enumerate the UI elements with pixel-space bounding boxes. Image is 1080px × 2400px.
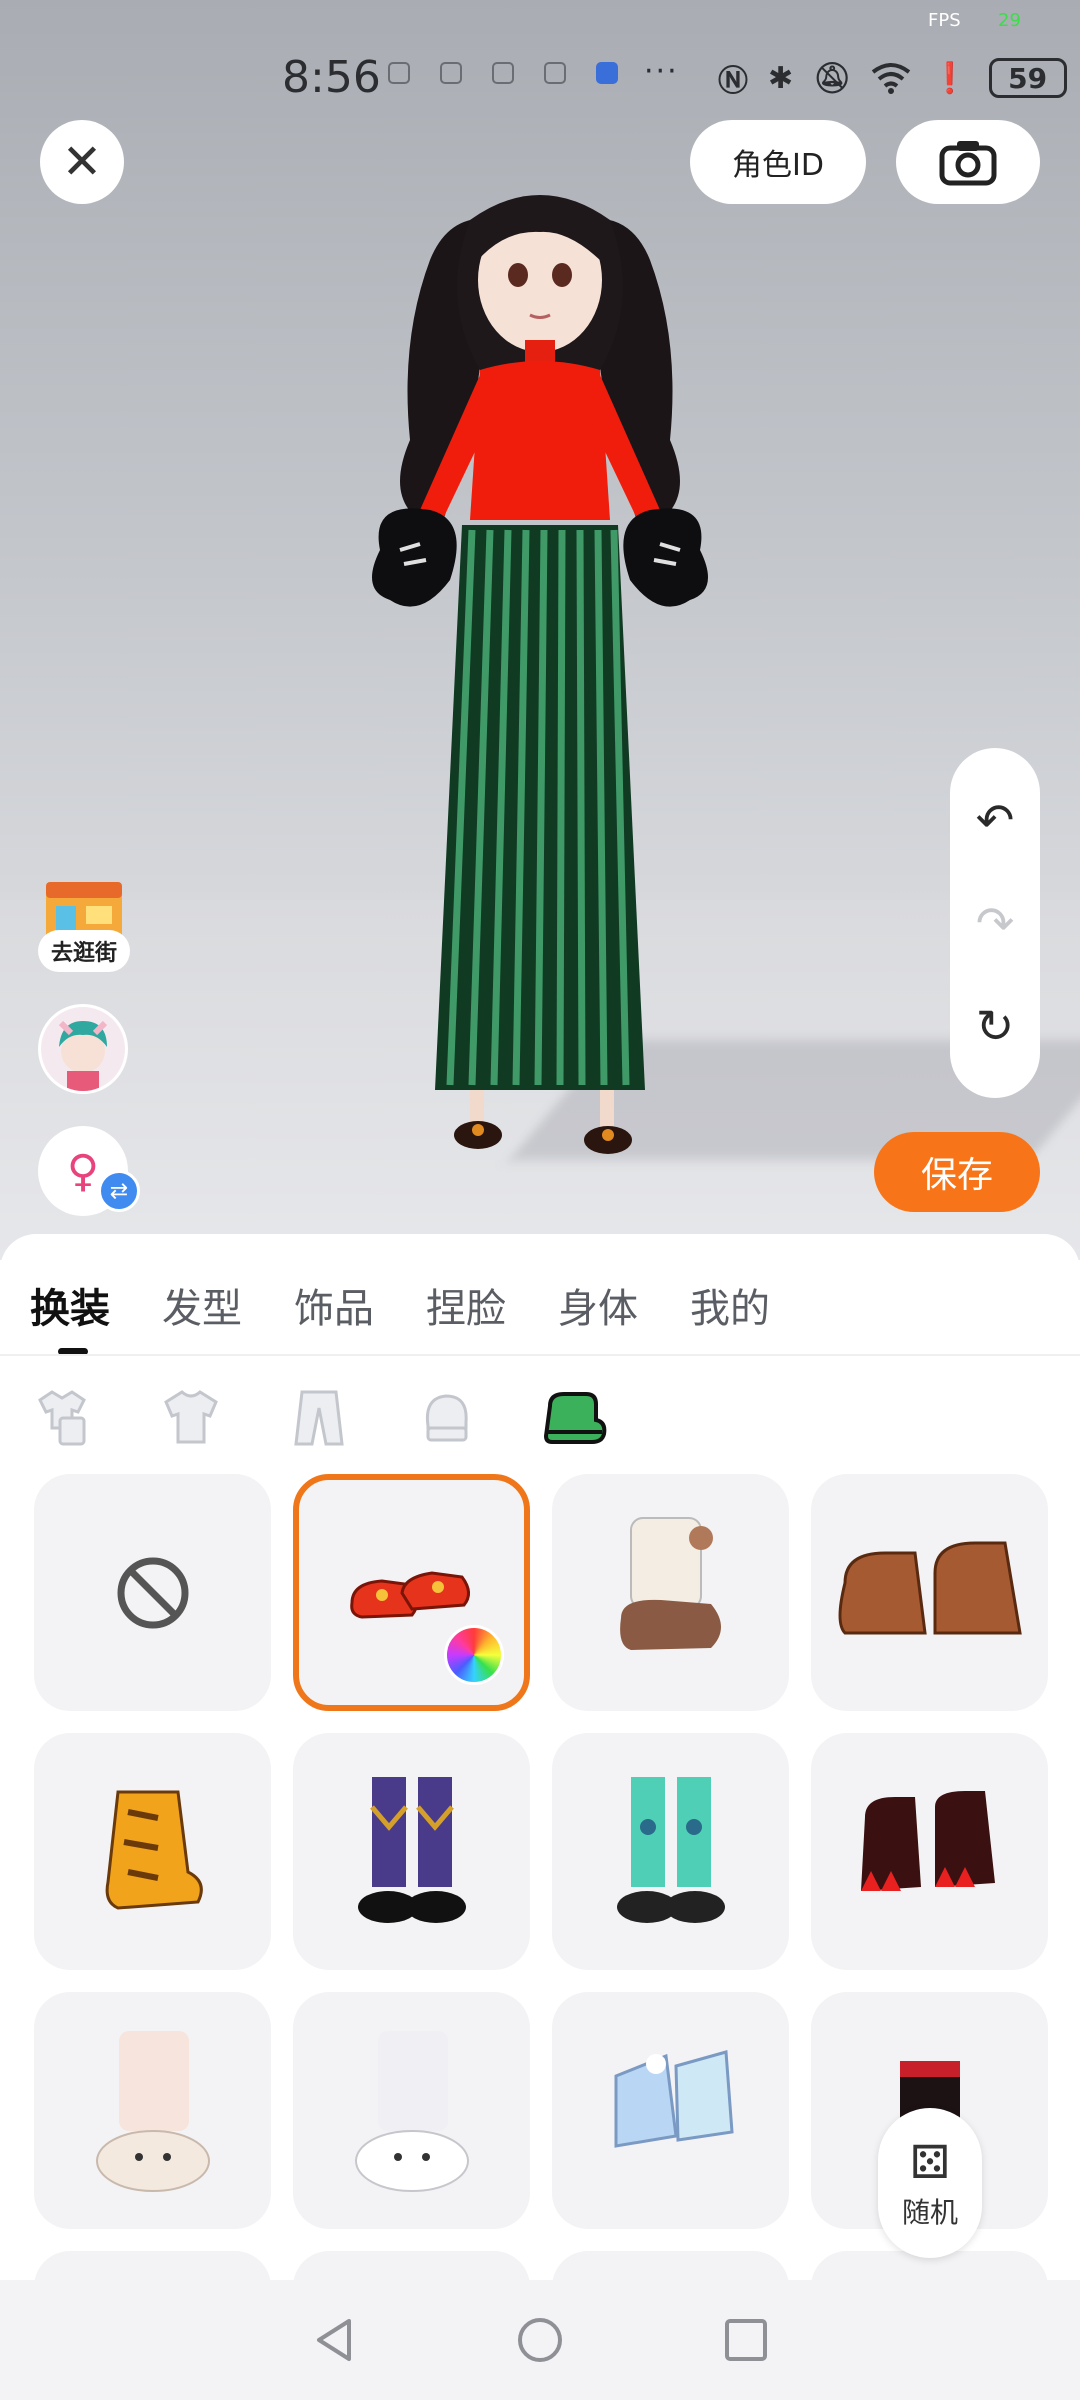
camera-button[interactable] [896,120,1040,204]
teal-socks-shoes-icon [616,1776,725,1923]
bluetooth-icon: ✱ [768,60,794,96]
item-orange-tiger-boots[interactable] [34,1733,271,1970]
color-picker-icon[interactable] [444,1625,504,1685]
save-button[interactable]: 保存 [874,1132,1040,1212]
item-none[interactable] [34,1474,271,1711]
item-teal-bear-socks-shoes[interactable] [552,1733,789,1970]
tab-mine[interactable]: 我的 [690,1276,770,1334]
role-id-button[interactable]: 角色ID [690,120,866,204]
avatar-thumbnail-button[interactable] [38,1004,128,1094]
notification-icon [440,62,462,84]
battery-level: 59 [988,58,1067,98]
top-icon [164,1390,218,1444]
random-button[interactable]: ⚄ 随机 [878,2108,982,2258]
outfit-set-icon [38,1390,86,1446]
item-pink-bunny-slippers[interactable] [34,1992,271,2229]
fluffy-boots-icon [619,1516,721,1650]
mute-icon: 🔕︎ [813,60,852,96]
camera-icon [939,141,997,186]
claw-shoes-icon [860,1790,995,1891]
holographic-boots-icon [614,2049,734,2148]
clock: 8:56 [282,52,381,103]
pink-slippers-icon [95,2030,210,2192]
go-shopping-button[interactable]: 去逛街 [38,930,130,972]
fps-label: FPS [928,10,961,31]
notification-icon [596,62,618,84]
history-controls: ↶ ↷ ↻ [950,748,1040,1098]
recents-button[interactable] [718,2312,774,2368]
notification-icon [492,62,514,84]
item-placeholder[interactable] [34,2251,271,2280]
notification-icon [388,62,410,84]
wifi-icon [872,63,911,94]
notification-icon [544,62,566,84]
more-notifications-icon: ··· [644,54,679,89]
back-icon [317,2319,351,2361]
swap-icon: ⇄ [98,1170,140,1212]
tab-body[interactable]: 身体 [558,1276,638,1334]
avatar-character[interactable] [300,180,780,1170]
alert-icon: ❗ [931,60,969,96]
main-tabs: 换装 发型 饰品 捏脸 身体 我的 [30,1276,770,1334]
reset-icon[interactable]: ↻ [976,999,1015,1053]
system-icons: Ⓝ ✱ 🔕︎ ❗ 59 [718,56,1067,100]
gloves-icon [425,1394,468,1442]
tiger-boots-icon [105,1790,203,1910]
redo-icon[interactable]: ↷ [976,896,1015,950]
no-item-icon [117,1557,188,1628]
notification-icons [388,62,618,84]
item-red-claw-shoes[interactable] [811,1733,1048,1970]
dice-icon: ⚄ [910,2135,950,2189]
category-gloves[interactable] [414,1384,480,1450]
item-argyle-socks-shoes[interactable] [293,1733,530,1970]
white-slippers-icon [354,2030,469,2192]
undo-icon[interactable]: ↶ [976,793,1015,847]
category-pants[interactable] [286,1384,352,1450]
wardrobe-panel: 换装 发型 饰品 捏脸 身体 我的 ⚄ 随机 [0,1234,1080,2280]
tab-face[interactable]: 捏脸 [426,1276,506,1334]
item-brown-paw-shoes[interactable] [811,1474,1048,1711]
nfc-icon: Ⓝ [718,64,748,99]
close-button[interactable]: ✕ [40,120,124,204]
divider [0,1354,1080,1356]
fps-value: 29 [998,10,1021,31]
paw-shoes-icon [838,1541,1022,1634]
shoes-icon [543,1392,607,1444]
category-bar [30,1384,608,1450]
random-label: 随机 [901,2196,958,2229]
avatar-preview[interactable]: FPS 29 8:56 ··· Ⓝ ✱ 🔕︎ ❗ 59 ✕ 角色ID 去逛街 ♀… [0,0,1080,1260]
tab-accessories[interactable]: 饰品 [294,1276,374,1334]
home-icon [518,2318,562,2362]
home-button[interactable] [512,2312,568,2368]
system-nav-bar [0,2280,1080,2400]
recents-icon [725,2319,767,2361]
pants-icon [294,1390,344,1446]
item-fluffy-bear-boots[interactable] [552,1474,789,1711]
category-outfit-set[interactable] [30,1384,96,1450]
female-icon: ♀ [66,1145,100,1197]
category-shoes[interactable] [542,1384,608,1450]
tab-hairstyle[interactable]: 发型 [162,1276,242,1334]
item-placeholder[interactable] [552,2251,789,2280]
back-button[interactable] [306,2312,362,2368]
argyle-shoes-icon [357,1776,466,1923]
close-icon: ✕ [61,134,103,190]
avatar-icon [58,1020,108,1091]
item-white-bunny-slippers[interactable] [293,1992,530,2229]
category-top[interactable] [158,1384,224,1450]
item-placeholder[interactable] [293,2251,530,2280]
item-red-flat-shoes[interactable] [293,1474,530,1711]
tab-outfit[interactable]: 换装 [30,1276,110,1334]
item-holographic-boots[interactable] [552,1992,789,2229]
